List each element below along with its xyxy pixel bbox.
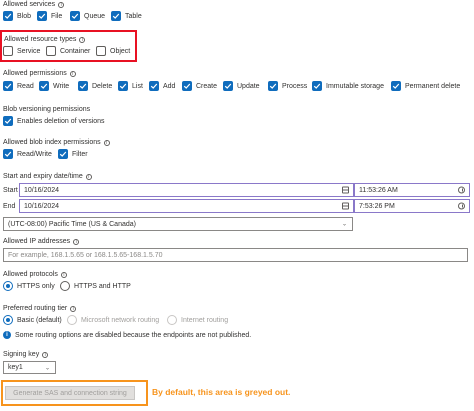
radio-internet-routing: Internet routing [167,315,228,325]
radio-disabled-icon [167,315,177,325]
checkbox-checked-icon [70,11,80,21]
checkbox-file[interactable]: File [37,11,62,21]
checkbox-filter[interactable]: Filter [58,149,88,159]
end-date-input[interactable]: 10/16/2024 [19,199,354,213]
checkbox-process[interactable]: Process [268,81,307,91]
info-icon[interactable]: i [69,71,76,77]
allowed-ip-label: Allowed IP addresses i [3,238,80,245]
checkbox-read[interactable]: Read [3,81,34,91]
generate-sas-button: Generate SAS and connection string [5,386,135,400]
info-icon[interactable]: i [42,352,49,358]
checkbox-create[interactable]: Create [182,81,217,91]
blob-versioning-label: Blob versioning permissions [3,106,91,113]
checkbox-object[interactable]: Object [96,46,130,56]
checkbox-container[interactable]: Container [46,46,90,56]
signing-key-label: Signing key i [3,351,49,358]
start-expiry-label: Start and expiry date/time i [3,173,92,180]
checkbox-checked-icon [78,81,88,91]
clock-icon[interactable] [458,186,465,194]
info-icon[interactable]: i [70,306,77,312]
checkbox-list[interactable]: List [118,81,143,91]
checkbox-read-write[interactable]: Read/Write [3,149,52,159]
info-icon[interactable]: i [103,140,110,146]
greyed-out-note: By default, this area is greyed out. [152,387,291,397]
info-icon[interactable]: i [73,239,80,245]
checkbox-service[interactable]: Service [3,46,40,56]
radio-unselected-icon [60,281,70,291]
allowed-permissions-label: Allowed permissions i [3,70,76,77]
ip-address-input[interactable]: For example, 168.1.5.65 or 168.1.5.65-16… [3,248,468,262]
checkbox-immutable-storage[interactable]: Immutable storage [312,81,384,91]
checkbox-add[interactable]: Add [149,81,175,91]
info-filled-icon: i [3,331,11,339]
checkbox-checked-icon [223,81,233,91]
allowed-services-label: Allowed services i [3,1,65,8]
radio-https-and-http[interactable]: HTTPS and HTTP [60,281,131,291]
checkbox-checked-icon [118,81,128,91]
signing-key-select[interactable]: key1 ⌄ [3,361,56,374]
checkbox-table[interactable]: Table [111,11,142,21]
checkbox-checked-icon [391,81,401,91]
checkbox-checked-icon [58,149,68,159]
checkbox-update[interactable]: Update [223,81,260,91]
checkbox-checked-icon [3,81,13,91]
timezone-select[interactable]: (UTC-08:00) Pacific Time (US & Canada) ⌄ [3,217,353,231]
checkbox-checked-icon [182,81,192,91]
allowed-resource-types-label: Allowed resource types i [4,36,86,43]
checkbox-checked-icon [3,149,13,159]
checkbox-queue[interactable]: Queue [70,11,105,21]
checkbox-delete[interactable]: Delete [78,81,112,91]
checkbox-checked-icon [3,11,13,21]
radio-selected-icon [3,281,13,291]
checkbox-write[interactable]: Write [39,81,69,91]
chevron-down-icon: ⌄ [341,221,347,228]
blob-index-label: Allowed blob index permissions i [3,139,110,146]
checkbox-unchecked-icon [46,46,56,56]
checkbox-permanent-delete[interactable]: Permanent delete [391,81,460,91]
routing-tier-label: Preferred routing tier i [3,305,77,312]
clock-icon[interactable] [458,202,465,210]
checkbox-checked-icon [149,81,159,91]
checkbox-checked-icon [37,11,47,21]
start-label: Start [3,187,18,194]
calendar-icon[interactable] [342,202,349,210]
checkbox-checked-icon [268,81,278,91]
checkbox-unchecked-icon [3,46,13,56]
checkbox-unchecked-icon [96,46,106,56]
radio-basic-default[interactable]: Basic (default) [3,315,62,325]
end-time-input[interactable]: 7:53:26 PM [354,199,470,213]
checkbox-checked-icon [39,81,49,91]
checkbox-checked-icon [312,81,322,91]
radio-https-only[interactable]: HTTPS only [3,281,55,291]
info-icon[interactable]: i [85,174,92,180]
radio-disabled-icon [67,315,77,325]
checkbox-checked-icon [3,116,13,126]
checkbox-blob[interactable]: Blob [3,11,31,21]
routing-info-message: i Some routing options are disabled becau… [3,331,251,339]
calendar-icon[interactable] [342,186,349,194]
end-label: End [3,203,16,210]
checkbox-checked-icon [111,11,121,21]
info-icon[interactable]: i [79,37,86,43]
checkbox-enable-version-deletion[interactable]: Enables deletion of versions [3,116,105,126]
info-icon[interactable]: i [60,272,67,278]
radio-selected-icon [3,315,13,325]
allowed-protocols-label: Allowed protocols i [3,271,67,278]
radio-microsoft-network-routing: Microsoft network routing [67,315,159,325]
info-icon[interactable]: i [58,2,65,8]
start-date-input[interactable]: 10/16/2024 [19,183,354,197]
chevron-down-icon: ⌄ [44,365,50,371]
start-time-input[interactable]: 11:53:26 AM [354,183,470,197]
